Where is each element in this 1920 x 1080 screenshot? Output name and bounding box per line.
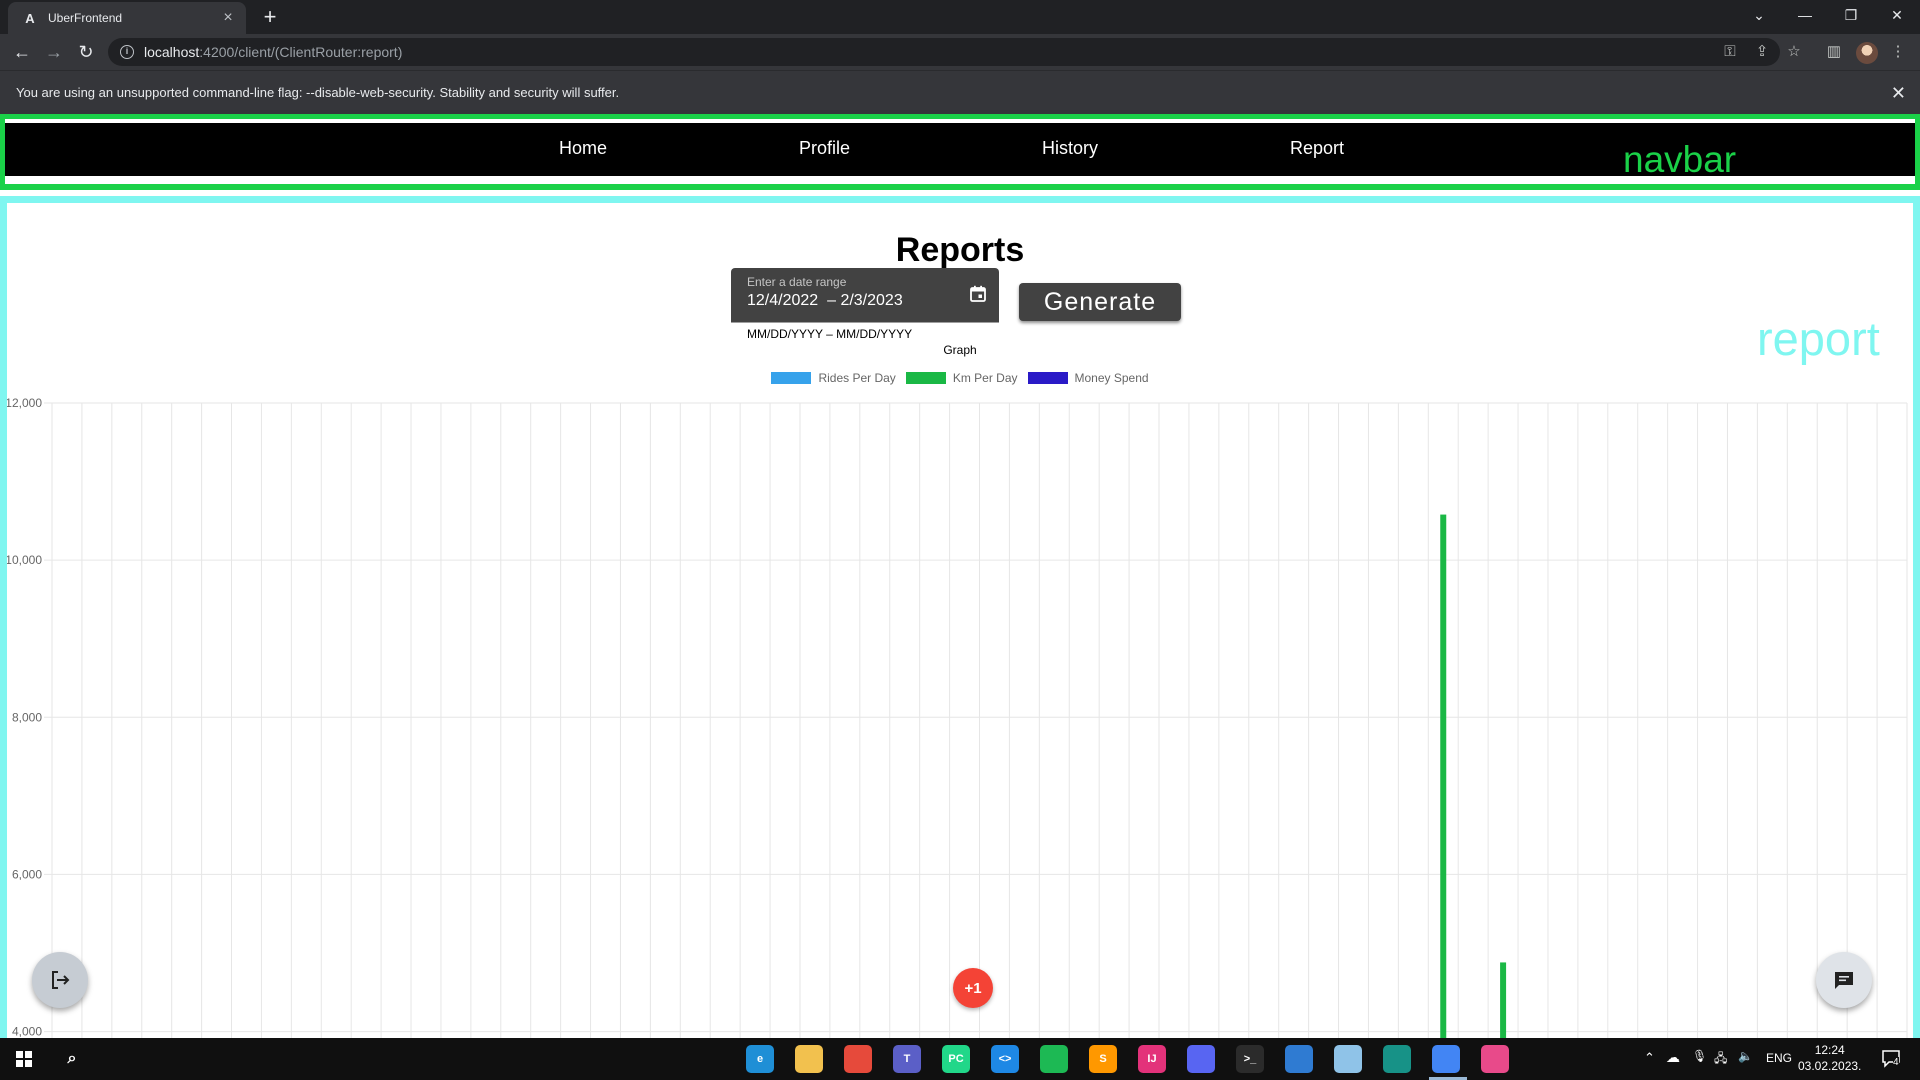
bookmark-star-icon[interactable]: ☆ — [1782, 40, 1806, 64]
notification-center-icon[interactable]: 4 — [1880, 1047, 1902, 1069]
chrome-icon[interactable] — [1432, 1045, 1460, 1073]
tab-search-icon[interactable]: ⌄ — [1736, 0, 1782, 30]
microphone-icon[interactable]: 🎙 — [1692, 1049, 1707, 1063]
url-host: localhost — [144, 44, 200, 60]
key-icon[interactable]: ⚿ — [1718, 40, 1742, 64]
restore-button[interactable]: ❐ — [1828, 0, 1874, 30]
new-tab-button[interactable]: + — [258, 5, 282, 29]
site-info-icon[interactable]: i — [120, 45, 134, 59]
tab-close-icon[interactable]: × — [220, 10, 236, 26]
browser-tab-strip: A UberFrontend × + ⌄ — ❐ ✕ — [0, 0, 1920, 34]
notification-count: 4 — [1893, 1057, 1899, 1068]
report-frame: Reports Enter a date range 12/4/2022 – 2… — [0, 196, 1920, 1038]
terminal-icon[interactable]: >_ — [1236, 1045, 1264, 1073]
git-kraken-icon[interactable] — [1383, 1045, 1411, 1073]
browser-tab[interactable]: A UberFrontend × — [8, 2, 246, 34]
drop-app-icon[interactable] — [1481, 1045, 1509, 1073]
tab-title: UberFrontend — [48, 11, 123, 25]
sublime-icon[interactable]: S — [1089, 1045, 1117, 1073]
browser-toolbar: ← → ↻ i localhost:4200/client/(ClientRou… — [0, 34, 1920, 70]
discord-icon[interactable] — [1187, 1045, 1215, 1073]
side-panel-icon[interactable]: ▥ — [1822, 40, 1846, 64]
network-icon[interactable]: 🖧 — [1714, 1049, 1727, 1070]
windows-start-icon[interactable] — [10, 1045, 38, 1073]
chart-bar — [1500, 962, 1507, 1038]
back-arrow-icon[interactable]: ← — [10, 40, 34, 64]
clock-time: 12:24 — [1814, 1043, 1845, 1057]
page-scrollbar[interactable] — [1913, 196, 1920, 936]
address-bar[interactable]: i localhost:4200/client/(ClientRouter:re… — [108, 38, 1780, 66]
logout-button[interactable] — [32, 952, 88, 1008]
notification-badge-button[interactable]: +1 — [953, 968, 993, 1008]
url-path: :4200/client/(ClientRouter:report) — [199, 44, 403, 60]
profile-avatar[interactable] — [1856, 42, 1878, 64]
nav-link-history[interactable]: History — [1042, 138, 1098, 159]
navbar-debug-label: navbar — [1623, 139, 1737, 180]
language-indicator[interactable]: ENG — [1766, 1051, 1792, 1065]
chrome-menu-icon[interactable]: ⋮ — [1886, 40, 1910, 64]
teams-icon[interactable]: T — [893, 1045, 921, 1073]
y-tick-label: 10,000 — [7, 553, 42, 567]
search-icon[interactable]: ⌕ — [58, 1045, 86, 1073]
vscode-icon[interactable]: <> — [991, 1045, 1019, 1073]
y-tick-label: 12,000 — [7, 396, 42, 410]
minimize-button[interactable]: — — [1782, 0, 1828, 30]
nav-link-report[interactable]: Report — [1290, 138, 1344, 159]
tray-overflow-icon[interactable]: ⌃ — [1644, 1050, 1655, 1066]
navbar: Home Profile History Report navbar — [5, 123, 1915, 180]
infobar-close-icon[interactable]: ✕ — [1891, 83, 1906, 104]
angular-favicon-icon: A — [25, 10, 35, 26]
onedrive-icon[interactable]: ☁ — [1666, 1049, 1680, 1066]
report-bar-chart: 4,000 6,000 8,000 10,000 12,000 — [7, 396, 1908, 1038]
system-clock[interactable]: 12:24 03.02.2023. — [1798, 1042, 1861, 1074]
warning-infobar: You are using an unsupported command-lin… — [0, 70, 1920, 114]
notepad-icon[interactable] — [1334, 1045, 1362, 1073]
reload-icon[interactable]: ↻ — [74, 40, 98, 64]
chrome-alt-icon[interactable] — [844, 1045, 872, 1073]
chart-bar — [1440, 514, 1447, 1038]
windows-taskbar: ⌕ e T PC <> S IJ >_ ⌃ ☁ 🎙 🖧 🔈 ENG 12:24 03.02.… — [0, 1038, 1920, 1080]
close-window-button[interactable]: ✕ — [1874, 0, 1920, 30]
infobar-message: You are using an unsupported command-lin… — [16, 85, 620, 100]
page-content: Home Profile History Report navbar Repor… — [0, 114, 1920, 1038]
forward-arrow-icon[interactable]: → — [42, 40, 66, 64]
edge-icon[interactable]: e — [746, 1045, 774, 1073]
intellij-icon[interactable]: IJ — [1138, 1045, 1166, 1073]
share-icon[interactable]: ⇪ — [1750, 40, 1774, 64]
chat-icon — [1835, 972, 1853, 989]
clock-date: 03.02.2023. — [1798, 1059, 1862, 1073]
chat-button[interactable] — [1816, 952, 1872, 1008]
navbar-frame: Home Profile History Report navbar — [0, 114, 1920, 190]
logout-icon — [52, 971, 70, 989]
file-explorer-icon[interactable] — [795, 1045, 823, 1073]
pycharm-icon[interactable]: PC — [942, 1045, 970, 1073]
photos-icon[interactable] — [1285, 1045, 1313, 1073]
y-tick-label: 6,000 — [12, 867, 42, 881]
spotify-like-icon[interactable] — [1040, 1045, 1068, 1073]
y-tick-label: 8,000 — [12, 710, 42, 724]
volume-icon[interactable]: 🔈 — [1738, 1049, 1753, 1063]
nav-link-home[interactable]: Home — [559, 138, 607, 159]
y-tick-label: 4,000 — [12, 1025, 42, 1038]
nav-link-profile[interactable]: Profile — [799, 138, 850, 159]
